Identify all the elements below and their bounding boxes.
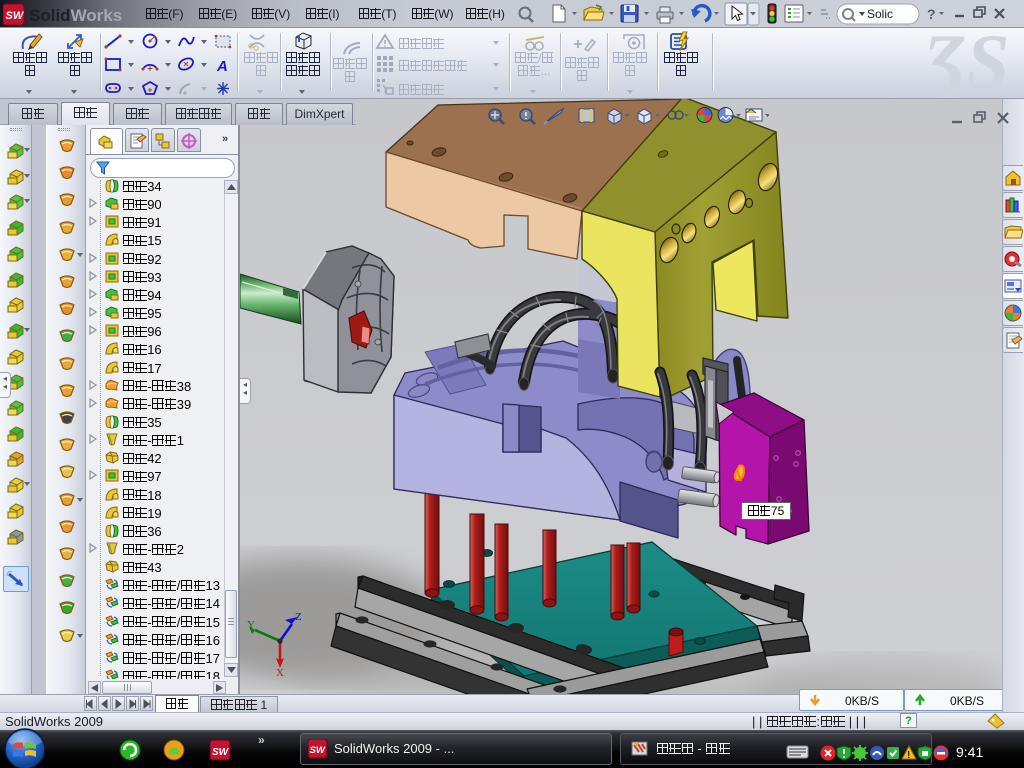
svg-text:X: X — [276, 667, 284, 679]
svg-text:ƷS: ƷS — [924, 26, 1010, 98]
svg-text:Y: Y — [247, 619, 255, 631]
svg-text:!: ! — [907, 750, 910, 761]
svg-text:SW: SW — [212, 747, 230, 758]
svg-text:SW: SW — [6, 10, 25, 22]
svg-text:Solic: Solic — [867, 7, 893, 21]
svg-text:SolidWorks: SolidWorks — [29, 6, 122, 25]
svg-text:?: ? — [927, 6, 936, 22]
svg-text:Z: Z — [295, 611, 302, 623]
svg-text:A: A — [216, 58, 228, 73]
svg-text:SW: SW — [310, 745, 326, 756]
